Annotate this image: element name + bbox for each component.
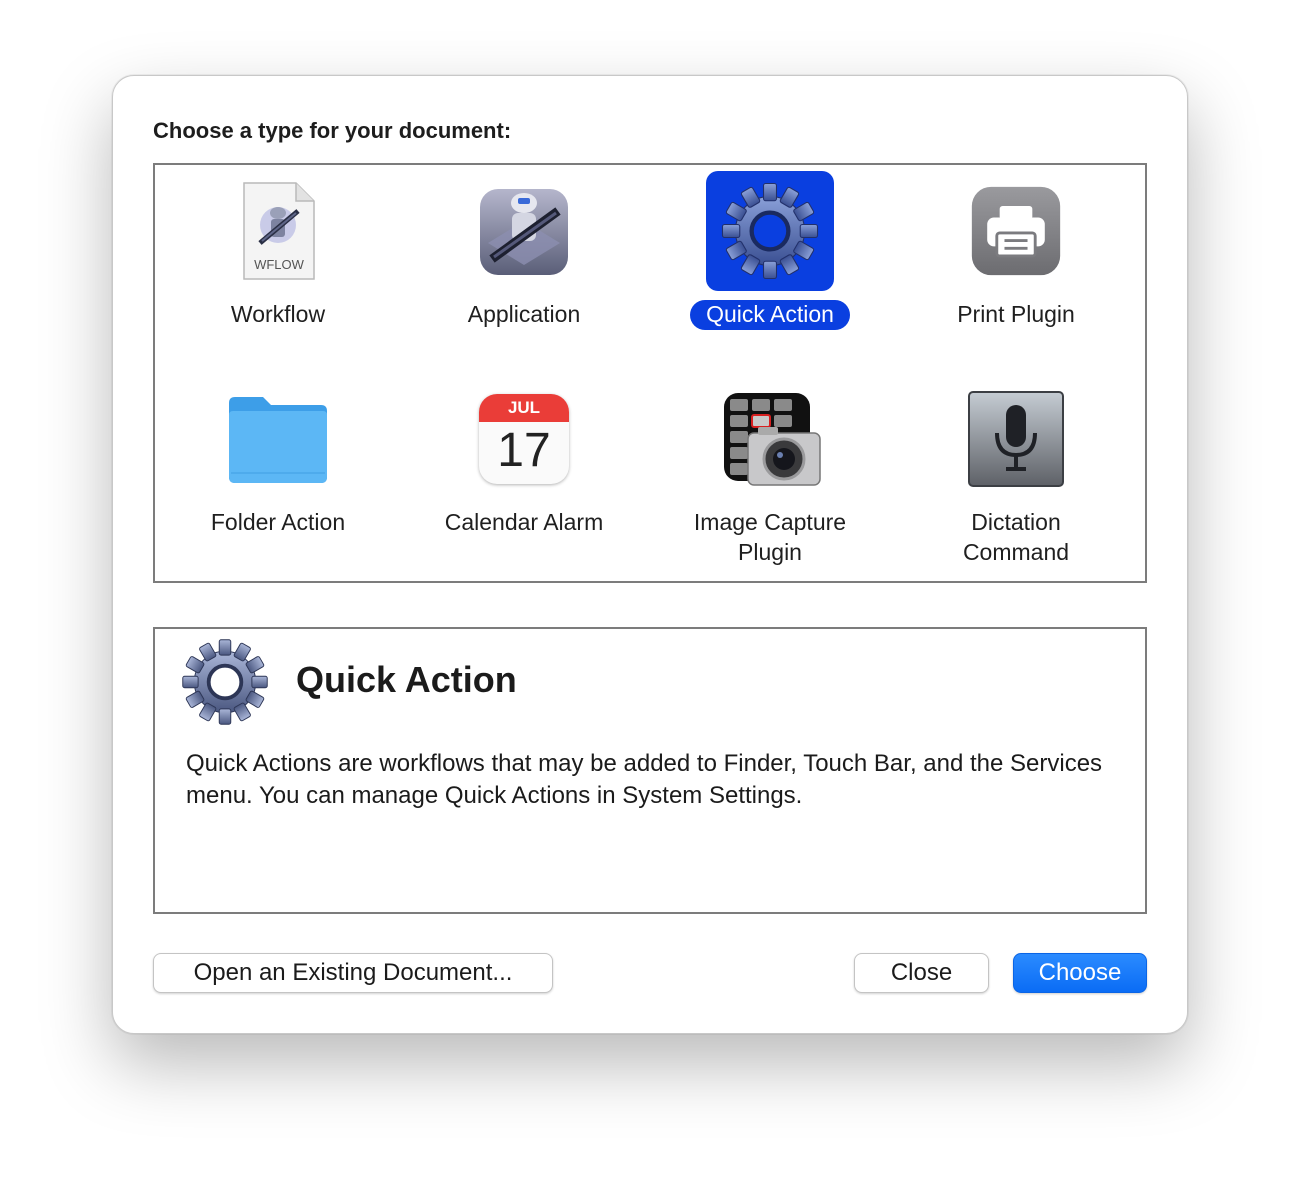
type-calendar-alarm[interactable]: JUL 17 Calendar Alarm	[401, 377, 647, 577]
type-label: Folder Action	[210, 509, 346, 535]
microphone-icon	[952, 379, 1080, 499]
description-panel: Quick Action Quick Actions are workflows…	[153, 627, 1147, 914]
type-quick-action[interactable]: Quick Action	[647, 169, 893, 369]
type-label: Quick Action	[690, 300, 850, 330]
folder-icon	[214, 379, 342, 499]
dialog-heading: Choose a type for your document:	[153, 118, 512, 143]
type-folder-action[interactable]: Folder Action	[155, 377, 401, 577]
wflow-badge: WFLOW	[254, 257, 305, 272]
type-label: Application	[467, 301, 581, 327]
type-print-plugin[interactable]: Print Plugin	[893, 169, 1139, 369]
calendar-month: JUL	[479, 394, 569, 422]
description-text: Quick Actions are workflows that may be …	[186, 750, 1103, 809]
document-type-grid: WFLOW Workflow Application Quick Action …	[153, 163, 1147, 583]
type-label-line1: Dictation	[971, 509, 1061, 535]
type-label-line2: Plugin	[738, 539, 802, 565]
type-image-capture-plugin[interactable]: Image Capture Plugin	[647, 377, 893, 577]
gear-icon	[706, 171, 834, 291]
description-title: Quick Action	[296, 659, 517, 700]
gear-icon	[177, 634, 273, 730]
type-application[interactable]: Application	[401, 169, 647, 369]
choose-button[interactable]: Choose	[1013, 953, 1147, 993]
new-document-dialog: Choose a type for your document: WFLOW W…	[112, 75, 1188, 1034]
workflow-file-icon: WFLOW	[214, 171, 342, 291]
printer-icon	[952, 171, 1080, 291]
camera-icon	[706, 379, 834, 499]
type-label-line1: Image Capture	[693, 509, 847, 535]
type-label: Print Plugin	[957, 301, 1075, 327]
calendar-icon: JUL 17	[460, 379, 588, 499]
calendar-day: 17	[497, 424, 551, 477]
type-label: Workflow	[230, 301, 326, 327]
open-existing-document-button[interactable]: Open an Existing Document...	[153, 953, 553, 993]
type-dictation-command[interactable]: Dictation Command	[893, 377, 1139, 577]
type-workflow[interactable]: WFLOW Workflow	[155, 169, 401, 369]
type-label-line2: Command	[962, 539, 1070, 565]
automator-robot-icon	[460, 171, 588, 291]
type-label: Calendar Alarm	[444, 509, 604, 535]
close-button[interactable]: Close	[854, 953, 989, 993]
